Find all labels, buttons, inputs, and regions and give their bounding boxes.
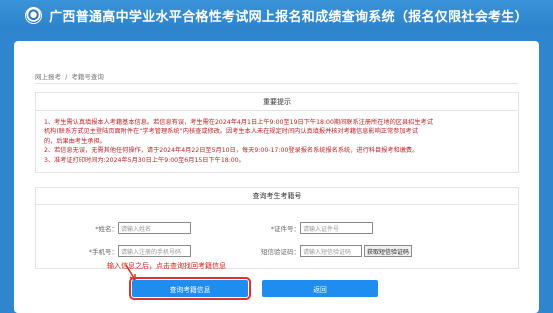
main-card: 网上报考 / 考籍号查询 重要提示 1、考生需认真填报本人考籍基本信息。若信息有…: [14, 41, 539, 313]
name-input[interactable]: 请输入姓名: [118, 222, 191, 234]
app-header: 广西普通高中学业水平合格性考试网上报名和成绩查询系统（报名仅限社会考生）: [0, 0, 553, 30]
page-title: 广西普通高中学业水平合格性考试网上报名和成绩查询系统（报名仅限社会考生）: [49, 9, 528, 25]
breadcrumb-separator: /: [65, 73, 68, 81]
notice-line: 的，后果由考生承担。: [44, 137, 106, 145]
name-row: *姓名： 请输入姓名: [76, 222, 191, 234]
query-panel: 查询考生考籍号 *姓名： 请输入姓名 *证件号： 请输入证件号 *手机号： 请输…: [35, 187, 519, 269]
notice-panel: 重要提示 1、考生需认真填报本人考籍基本信息。若信息有误，考生需在2024年4月…: [35, 92, 519, 173]
query-title: 查询考生考籍号: [36, 188, 518, 205]
notice-line: 机构(联系方式见主登陆页面附件在“学考管理系统”内核查或修改。因考生本人未在规定…: [44, 128, 418, 136]
phone-input[interactable]: 请输入注册的手机号码: [118, 245, 191, 257]
notice-title: 重要提示: [36, 93, 518, 111]
sms-code-label: 短信验证码：: [261, 248, 300, 256]
sms-row: 短信验证码： 请输入短信验证码 获取短信验证码: [254, 245, 413, 257]
notice-body: 1、考生需认真填报本人考籍基本信息。若信息有误，考生需在2024年4月1日上午9…: [36, 111, 518, 165]
notice-line: 1、考生需认真填报本人考籍基本信息。若信息有误，考生需在2024年4月1日上午9…: [44, 119, 433, 126]
notice-line: 3、准考证打印时间为:2024年5月30日上午9:00至6月15日下午18:00…: [44, 156, 245, 164]
breadcrumb-item-exam-id-query[interactable]: 考籍号查询: [71, 73, 104, 81]
breadcrumb-item-online-registration[interactable]: 网上报考: [35, 73, 61, 81]
divider: [35, 83, 518, 84]
name-label: *姓名：: [95, 225, 118, 233]
id-row: *证件号： 请输入证件号: [254, 222, 373, 234]
logo-icon: [25, 6, 43, 24]
notice-line: 2、若信息无误，无需其他任何操作，请于2024年4月22日至5月10日，每天9:…: [44, 147, 419, 155]
query-exam-info-button[interactable]: 查询考籍信息: [129, 277, 251, 300]
sms-code-input[interactable]: 请输入短信验证码: [300, 245, 362, 257]
breadcrumb: 网上报考 / 考籍号查询: [35, 71, 104, 81]
phone-row: *手机号： 请输入注册的手机号码: [76, 245, 191, 257]
back-button[interactable]: 返回: [262, 280, 378, 297]
id-number-input[interactable]: 请输入证件号: [300, 222, 373, 234]
get-sms-code-button[interactable]: 获取短信验证码: [364, 245, 413, 257]
phone-label: *手机号：: [88, 248, 118, 256]
id-label: *证件号：: [270, 225, 300, 233]
